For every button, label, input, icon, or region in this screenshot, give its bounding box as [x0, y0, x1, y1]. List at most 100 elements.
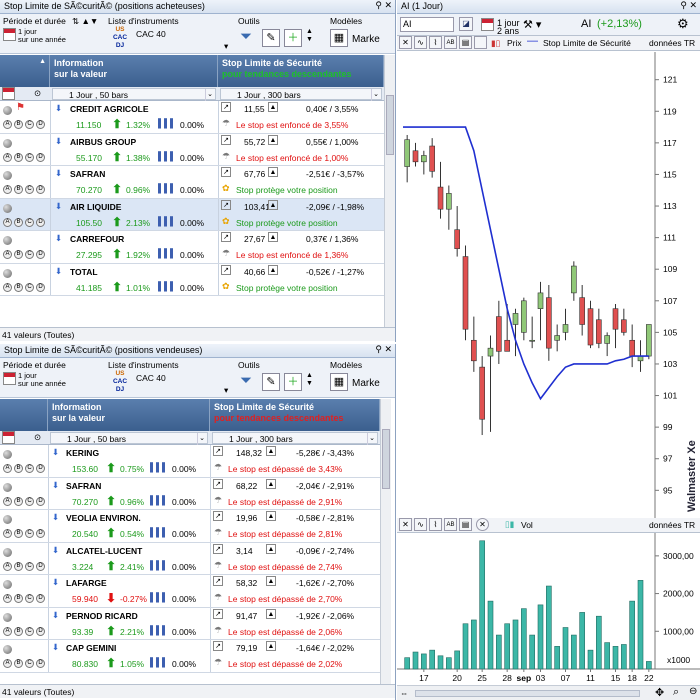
- table-row[interactable]: ⚑ A B C D ⬇ CREDIT AGRICOLE 11.150 ⬆ 1.32% ▌▌▌ 0.00…: [0, 101, 384, 134]
- chart-icon[interactable]: ↗: [213, 608, 223, 619]
- action-circle-icon[interactable]: C: [25, 185, 34, 194]
- header-info-col[interactable]: Information sur la valeur: [48, 399, 210, 431]
- volume-bars-icon[interactable]: ▌▌▌: [158, 248, 176, 258]
- action-circle-icon[interactable]: D: [36, 185, 45, 194]
- cursor-icon[interactable]: ✕: [399, 518, 412, 531]
- stepper-icon[interactable]: ▲ ▼: [306, 372, 313, 388]
- price-chart[interactable]: Walmaster Xe 121 119 117 115 113 111 109 107 105 1…: [397, 52, 700, 518]
- action-circle-icon[interactable]: C: [25, 120, 34, 129]
- symbol-input[interactable]: AI: [400, 17, 454, 32]
- chart-icon[interactable]: ↗: [221, 134, 231, 145]
- action-circle-icon[interactable]: B: [14, 185, 23, 194]
- stock-name[interactable]: VEOLIA ENVIRON.: [66, 513, 141, 523]
- action-circle-icon[interactable]: A: [3, 152, 12, 162]
- action-circle-icon[interactable]: B: [14, 626, 23, 636]
- cac-dj-icon[interactable]: US CAC DJ: [108, 26, 132, 50]
- header-info-col[interactable]: Information sur la valeur: [50, 55, 218, 87]
- instrument-dropdown-icon[interactable]: ▾: [224, 41, 228, 52]
- volume-bars-icon[interactable]: ▌▌▌: [150, 527, 168, 537]
- action-circle-icon[interactable]: D: [36, 529, 45, 538]
- action-circle-icon[interactable]: C: [25, 659, 34, 668]
- volume-bars-icon[interactable]: ▌▌▌: [150, 657, 168, 667]
- trend-icon[interactable]: ▲: [268, 232, 278, 242]
- table-row[interactable]: A B C D ⬇ AIR LIQUIDE 105.50 ⬆ 2.13% ▌▌▌ 0.00% ↗ 103…: [0, 198, 384, 231]
- action-circle-icon[interactable]: B: [14, 659, 23, 668]
- trend-icon[interactable]: ▲: [268, 264, 278, 275]
- table-row[interactable]: A B C D ⬇ TOTAL 41.185 ⬆ 1.01% ▌▌▌ 0.00% ↗ 40,66 ▲ -0,…: [0, 263, 384, 296]
- info-icon[interactable]: ⬇: [52, 610, 59, 621]
- header-stop-col[interactable]: Stop Limite de Sécurité pour tendances de…: [218, 55, 384, 87]
- action-circle-icon[interactable]: B: [14, 561, 23, 571]
- volume-bars-icon[interactable]: ▌▌▌: [150, 495, 168, 505]
- cursor-icon[interactable]: ✕: [399, 36, 412, 49]
- action-circle-icon[interactable]: A: [3, 626, 12, 636]
- info-icon[interactable]: ⬇: [52, 642, 59, 653]
- volume-bars-icon[interactable]: ▌▌▌: [158, 151, 176, 161]
- stock-name[interactable]: CARREFOUR: [70, 234, 124, 244]
- action-circle-icon[interactable]: D: [36, 561, 45, 571]
- action-circle-icon[interactable]: B: [14, 464, 23, 473]
- close-icon[interactable]: ✕: [476, 518, 489, 531]
- action-circle-icon[interactable]: C: [25, 217, 34, 227]
- chart-icon[interactable]: ↗: [213, 511, 223, 521]
- trend-icon[interactable]: ▲: [268, 134, 278, 145]
- table-row[interactable]: A B C D ⬇ VEOLIA ENVIRON. 20.540 ⬆ 0.54% ▌▌▌ 0.00%…: [0, 510, 380, 543]
- info-icon[interactable]: ⬇: [55, 103, 62, 114]
- alert-flag-icon[interactable]: ⚑: [16, 102, 25, 113]
- calendar-small-icon[interactable]: [2, 87, 15, 100]
- chart-icon[interactable]: ↗: [213, 576, 223, 586]
- zoom-icon[interactable]: ⌕: [673, 686, 679, 699]
- chart-icon[interactable]: ↗: [221, 199, 231, 210]
- box-tool-icon[interactable]: [474, 36, 487, 49]
- stock-name[interactable]: SAFRAN: [66, 481, 101, 491]
- action-circle-icon[interactable]: B: [14, 594, 23, 603]
- volume-chart[interactable]: 3000,00 2000,00 1000,00 x1000 17 20 25 28 sep 03 0…: [397, 533, 700, 685]
- stock-name[interactable]: TOTAL: [70, 267, 98, 277]
- chart-menu-icon[interactable]: ⚙: [677, 16, 689, 32]
- grid-tool-icon[interactable]: ▤: [459, 36, 472, 49]
- action-circle-icon[interactable]: A: [3, 561, 12, 571]
- table-row[interactable]: A B C D ⬇ KERING 153.60 ⬆ 0.75% ▌▌▌ 0.00% ↗ 148,32 ▲ -…: [0, 445, 380, 478]
- stop-bars-select[interactable]: 1 Jour , 300 bars ⌄: [220, 88, 382, 101]
- action-circle-icon[interactable]: A: [3, 217, 12, 227]
- action-circle-icon[interactable]: C: [25, 626, 34, 636]
- table-row[interactable]: A B C D ⬇ LAFARGE 59.940 ⬇ -0.27% ▌▌▌ 0.00% ↗ 58,32 ▲…: [0, 575, 380, 608]
- volume-bars-icon[interactable]: ▌▌▌: [150, 625, 168, 635]
- expand-icon[interactable]: ⊙: [34, 432, 41, 443]
- filter-icon[interactable]: ⏷: [240, 372, 252, 389]
- info-icon[interactable]: ⬇: [55, 233, 62, 244]
- calendar-icon[interactable]: [3, 372, 16, 385]
- action-circle-icon[interactable]: D: [36, 120, 45, 129]
- action-circle-icon[interactable]: C: [25, 529, 34, 538]
- info-icon[interactable]: ⬇: [55, 136, 62, 147]
- panel-controls-icon[interactable]: ⚲ ✕: [680, 0, 697, 11]
- action-circle-icon[interactable]: C: [25, 561, 34, 571]
- table-row[interactable]: A B C D ⬇ AIRBUS GROUP 55.170 ⬆ 1.38% ▌▌▌ 0.00% ↗ 55…: [0, 133, 384, 166]
- volume-bars-icon[interactable]: ▌▌▌: [150, 592, 168, 602]
- models-value[interactable]: Marke: [352, 34, 380, 45]
- action-circle-icon[interactable]: D: [36, 282, 45, 292]
- info-icon[interactable]: ⬇: [52, 545, 59, 556]
- action-circle-icon[interactable]: D: [36, 464, 45, 473]
- stock-name[interactable]: AIRBUS GROUP: [70, 137, 136, 147]
- trend-icon[interactable]: ▲: [268, 167, 278, 177]
- instrument-dropdown-icon[interactable]: ▾: [224, 385, 228, 396]
- info-icon[interactable]: ⬇: [52, 447, 59, 458]
- info-icon[interactable]: ⬇: [55, 266, 62, 277]
- action-circle-icon[interactable]: B: [14, 120, 23, 129]
- trend-icon[interactable]: ▲: [268, 102, 278, 112]
- action-circle-icon[interactable]: D: [36, 217, 45, 227]
- calendar-icon[interactable]: [481, 18, 494, 31]
- volume-bars-icon[interactable]: ▌▌▌: [150, 560, 168, 570]
- table-row[interactable]: A B C D ⬇ CAP GEMINI 80.830 ⬆ 1.05% ▌▌▌ 0.00% ↗ 79,1…: [0, 640, 380, 673]
- chart-icon[interactable]: ↗: [221, 167, 231, 177]
- action-circle-icon[interactable]: D: [36, 496, 45, 506]
- grid-tool-icon[interactable]: ▤: [459, 518, 472, 531]
- models-grid-icon[interactable]: ▦: [330, 373, 348, 391]
- horizontal-scrollbar[interactable]: [415, 690, 640, 697]
- chart-icon[interactable]: ↗: [221, 102, 231, 112]
- info-icon[interactable]: ⬇: [52, 512, 59, 523]
- table-row[interactable]: A B C D ⬇ ALCATEL-LUCENT 3.224 ⬆ 2.41% ▌▌▌ 0.00% ↗ 3…: [0, 542, 380, 575]
- trend-icon[interactable]: ▲: [268, 199, 278, 210]
- action-circle-icon[interactable]: B: [14, 529, 23, 538]
